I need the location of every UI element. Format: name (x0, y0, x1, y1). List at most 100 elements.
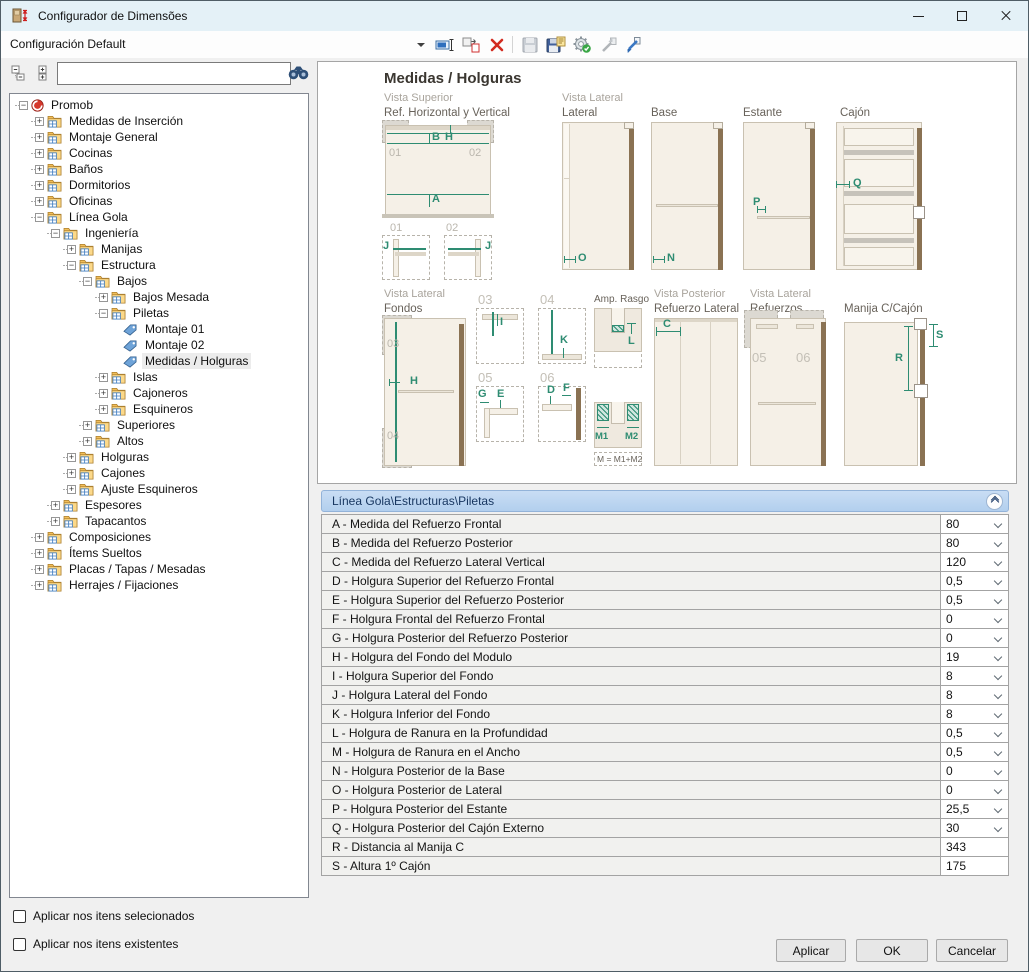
search-input[interactable] (57, 62, 291, 85)
expand-icon[interactable]: + (67, 245, 76, 254)
param-value-dropdown[interactable]: 8 (940, 686, 1008, 704)
tree-item-25[interactable]: +Espesores (10, 497, 308, 513)
rename-config-button[interactable] (433, 34, 456, 55)
tree-item-12[interactable]: +Bajos Mesada (10, 289, 308, 305)
checkbox-icon[interactable] (13, 910, 26, 923)
param-value-dropdown[interactable]: 0,5 (940, 724, 1008, 742)
configuration-combo[interactable]: Configuración Default (10, 37, 125, 51)
param-value-dropdown[interactable]: 0 (940, 781, 1008, 799)
ok-button[interactable]: OK (856, 939, 928, 962)
param-value-dropdown[interactable]: 25,5 (940, 800, 1008, 818)
chevron-down-icon[interactable] (994, 577, 1002, 585)
chevron-down-icon[interactable] (994, 615, 1002, 623)
tree-item-8[interactable]: −Ingeniería (10, 225, 308, 241)
param-value-dropdown[interactable]: 8 (940, 705, 1008, 723)
maximize-button[interactable] (940, 1, 984, 31)
collapse-icon[interactable]: − (51, 229, 60, 238)
tree-item-14[interactable]: Montaje 01 (10, 321, 308, 337)
tree-item-16[interactable]: Medidas / Holguras (10, 353, 308, 369)
chevron-down-icon[interactable] (994, 691, 1002, 699)
param-value-dropdown[interactable]: 0 (940, 610, 1008, 628)
chevron-down-icon[interactable] (994, 729, 1002, 737)
expand-icon[interactable]: + (35, 581, 44, 590)
param-value-dropdown[interactable]: 19 (940, 648, 1008, 666)
tree-item-17[interactable]: +Islas (10, 369, 308, 385)
chevron-down-icon[interactable] (994, 748, 1002, 756)
tree-item-20[interactable]: +Superiores (10, 417, 308, 433)
tree-item-9[interactable]: +Manijas (10, 241, 308, 257)
expand-icon[interactable]: + (67, 453, 76, 462)
collapse-icon[interactable]: − (99, 309, 108, 318)
expand-icon[interactable]: + (67, 469, 76, 478)
chevron-down-icon[interactable] (994, 767, 1002, 775)
expand-icon[interactable]: + (35, 149, 44, 158)
expand-icon[interactable]: + (35, 181, 44, 190)
chevron-down-icon[interactable] (994, 558, 1002, 566)
collapse-all-button[interactable] (9, 63, 29, 83)
expand-icon[interactable]: + (35, 165, 44, 174)
tree-item-5[interactable]: +Dormitorios (10, 177, 308, 193)
tree-item-26[interactable]: +Tapacantos (10, 513, 308, 529)
expand-icon[interactable]: + (99, 389, 108, 398)
minimize-button[interactable] (896, 1, 940, 31)
collapse-icon[interactable]: − (35, 213, 44, 222)
tree-item-19[interactable]: +Esquineros (10, 401, 308, 417)
tree-item-2[interactable]: +Montaje General (10, 129, 308, 145)
tree-item-24[interactable]: +Ajuste Esquineros (10, 481, 308, 497)
chevron-down-icon[interactable] (994, 596, 1002, 604)
expand-icon[interactable]: + (83, 421, 92, 430)
expand-all-button[interactable] (33, 63, 53, 83)
search-binoculars-icon[interactable] (288, 65, 309, 85)
param-value-dropdown[interactable]: 0,5 (940, 572, 1008, 590)
tree-item-23[interactable]: +Cajones (10, 465, 308, 481)
param-value-dropdown[interactable]: 120 (940, 553, 1008, 571)
expand-icon[interactable]: + (35, 533, 44, 542)
tree-item-3[interactable]: +Cocinas (10, 145, 308, 161)
cancel-button[interactable]: Cancelar (936, 939, 1008, 962)
expand-icon[interactable]: + (35, 133, 44, 142)
chevron-down-icon[interactable] (994, 672, 1002, 680)
tree-item-30[interactable]: +Herrajes / Fijaciones (10, 577, 308, 593)
tree-item-27[interactable]: +Composiciones (10, 529, 308, 545)
tree-item-11[interactable]: −Bajos (10, 273, 308, 289)
apply-existing-checkbox-row[interactable]: Aplicar nos itens existentes (13, 937, 178, 951)
apply-selected-checkbox-row[interactable]: Aplicar nos itens selecionados (13, 909, 194, 923)
expand-icon[interactable]: + (35, 197, 44, 206)
apply-button[interactable]: Aplicar (776, 939, 846, 962)
expand-icon[interactable]: + (67, 485, 76, 494)
combo-dropdown-icon[interactable] (417, 43, 425, 47)
tree-item-22[interactable]: +Holguras (10, 449, 308, 465)
param-value-dropdown[interactable]: 0,5 (940, 743, 1008, 761)
expand-icon[interactable]: + (51, 517, 60, 526)
expand-icon[interactable]: + (99, 293, 108, 302)
tree-item-13[interactable]: −Piletas (10, 305, 308, 321)
tree-item-0[interactable]: −Promob (10, 97, 308, 113)
chevron-down-icon[interactable] (994, 539, 1002, 547)
param-value-dropdown[interactable]: 0 (940, 629, 1008, 647)
checkbox-icon[interactable] (13, 938, 26, 951)
param-value-dropdown[interactable]: 0,5 (940, 591, 1008, 609)
tree-item-4[interactable]: +Baños (10, 161, 308, 177)
expand-icon[interactable]: + (99, 405, 108, 414)
param-value-dropdown[interactable]: 8 (940, 667, 1008, 685)
import-config-button[interactable] (620, 34, 643, 55)
tree-item-15[interactable]: Montaje 02 (10, 337, 308, 353)
expand-icon[interactable]: + (35, 549, 44, 558)
chevron-down-icon[interactable] (994, 824, 1002, 832)
tree-item-1[interactable]: +Medidas de Inserción (10, 113, 308, 129)
collapse-icon[interactable]: − (19, 101, 28, 110)
tree-item-18[interactable]: +Cajoneros (10, 385, 308, 401)
expand-icon[interactable]: + (99, 373, 108, 382)
collapse-icon[interactable]: − (83, 277, 92, 286)
tree-item-21[interactable]: +Altos (10, 433, 308, 449)
save-button[interactable] (518, 34, 541, 55)
tree-item-10[interactable]: −Estructura (10, 257, 308, 273)
chevron-down-icon[interactable] (994, 653, 1002, 661)
tree-item-6[interactable]: +Oficinas (10, 193, 308, 209)
expand-icon[interactable]: + (83, 437, 92, 446)
param-value-dropdown[interactable]: 80 (940, 515, 1008, 533)
param-value-dropdown[interactable]: 0 (940, 762, 1008, 780)
chevron-down-icon[interactable] (994, 805, 1002, 813)
chevron-down-icon[interactable] (994, 520, 1002, 528)
save-as-button[interactable] (544, 34, 567, 55)
